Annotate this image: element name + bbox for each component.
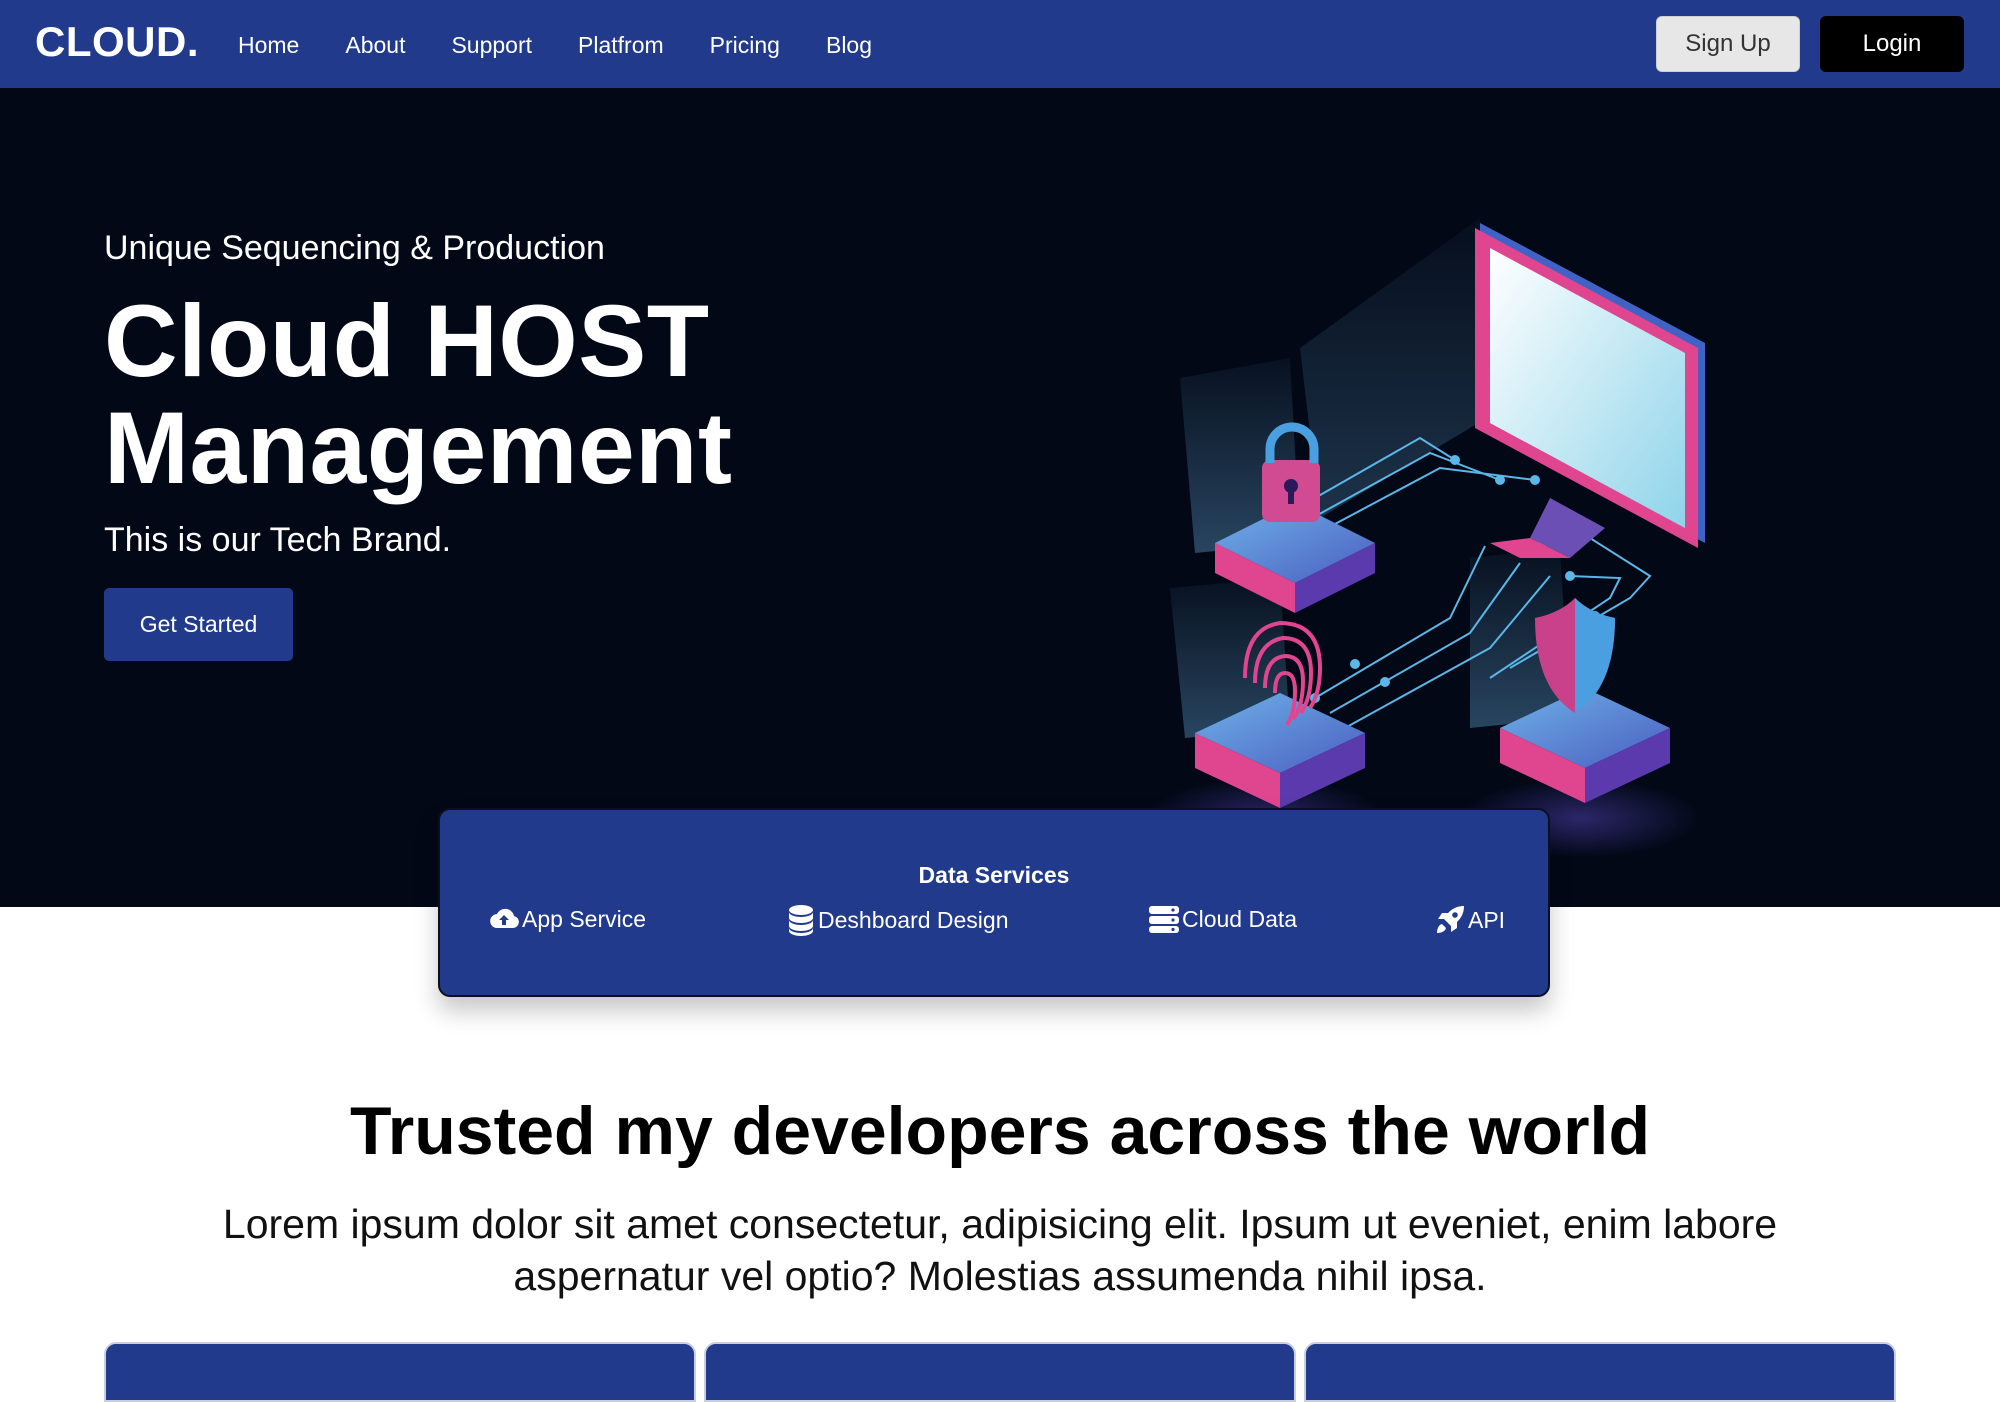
brand-logo[interactable]: CLOUD. — [35, 18, 199, 66]
nav-link-home[interactable]: Home — [238, 28, 299, 62]
hero-subtitle: Unique Sequencing & Production — [104, 229, 605, 267]
nav-link-support[interactable]: Support — [451, 28, 532, 62]
service-dashboard-design[interactable]: Deshboard Design — [786, 904, 1009, 936]
hero-section: Unique Sequencing & Production Cloud HOS… — [0, 88, 2000, 907]
hero-title: Cloud HOST Management — [104, 288, 732, 502]
service-app-service[interactable]: App Service — [488, 904, 646, 934]
service-label: Cloud Data — [1182, 905, 1298, 932]
service-api[interactable]: API — [1434, 904, 1505, 936]
nav-link-pricing[interactable]: Pricing — [710, 28, 780, 62]
hero-title-line1: Cloud HOST — [104, 284, 710, 398]
trusted-description: Lorem ipsum dolor sit amet consectetur, … — [222, 1201, 1778, 1299]
sign-up-button[interactable]: Sign Up — [1656, 16, 1800, 72]
navbar: CLOUD. Home About Support Platfrom Prici… — [0, 0, 2000, 88]
trusted-heading: Trusted my developers across the world — [349, 1093, 1650, 1169]
nav-link-about[interactable]: About — [345, 28, 405, 62]
service-label: App Service — [522, 905, 647, 932]
service-label: API — [1468, 906, 1506, 933]
hero-title-line2: Management — [104, 391, 733, 505]
data-services-panel: Data Services App Service Deshboard Desi… — [438, 808, 1550, 997]
nav-link-blog[interactable]: Blog — [826, 28, 872, 62]
database-icon — [789, 905, 813, 936]
get-started-button[interactable]: Get Started — [104, 588, 293, 661]
service-label: Deshboard Design — [818, 906, 1009, 933]
services-title: Data Services — [918, 862, 1070, 888]
feature-card — [1304, 1342, 1896, 1402]
cloud-upload-icon — [490, 908, 519, 928]
login-button[interactable]: Login — [1820, 16, 1964, 72]
nav-links: Home About Support Platfrom Pricing Blog — [238, 28, 918, 62]
hero-tagline: This is our Tech Brand. — [104, 521, 452, 559]
server-icon — [1149, 906, 1179, 933]
hero-illustration — [1150, 218, 1705, 858]
nav-link-platform[interactable]: Platfrom — [578, 28, 664, 62]
feature-card — [704, 1342, 1296, 1402]
rocket-icon — [1437, 906, 1464, 933]
feature-card — [104, 1342, 696, 1402]
service-cloud-data[interactable]: Cloud Data — [1148, 904, 1297, 934]
